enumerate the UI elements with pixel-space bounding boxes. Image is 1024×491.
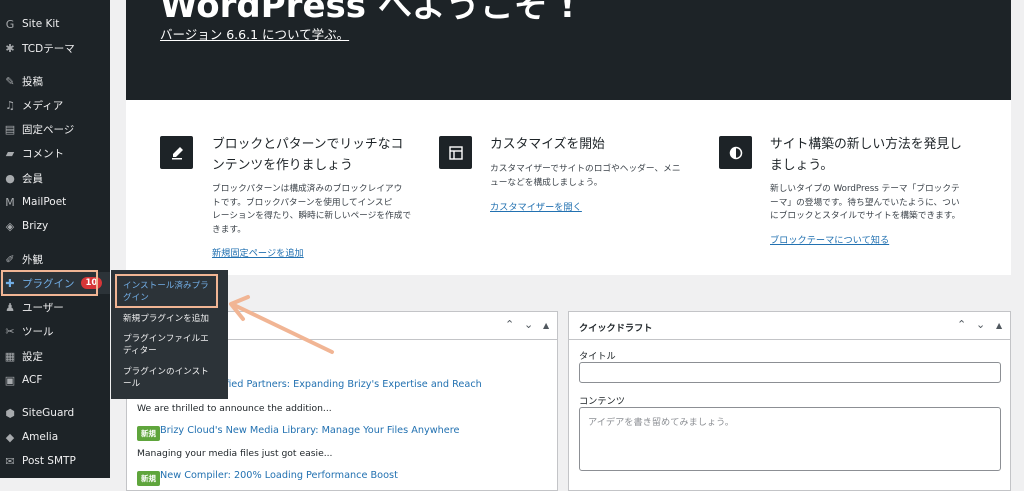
annotation-arrow (229, 295, 334, 354)
